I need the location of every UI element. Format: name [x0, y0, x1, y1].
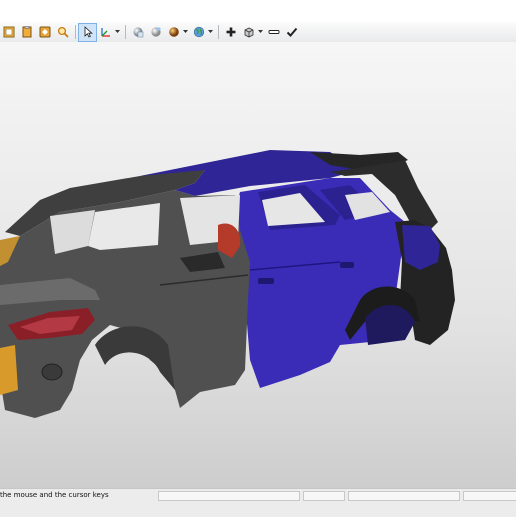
minus-icon[interactable] [265, 24, 282, 41]
select-cursor-icon[interactable] [78, 22, 97, 42]
material-sphere-icon[interactable] [129, 24, 146, 41]
title-strip [0, 0, 516, 22]
render-sphere-icon[interactable] [165, 24, 182, 41]
main-toolbar [0, 22, 516, 43]
chevron-down-icon[interactable] [115, 24, 120, 41]
add-icon[interactable] [222, 24, 239, 41]
view-cube-icon[interactable] [240, 24, 257, 41]
zoom-icon[interactable] [54, 24, 71, 41]
3d-viewport[interactable] [0, 42, 516, 488]
status-field [303, 491, 345, 501]
status-field [463, 491, 516, 501]
paste-icon[interactable] [18, 24, 35, 41]
move-gizmo-icon[interactable] [97, 24, 114, 41]
chevron-down-icon[interactable] [183, 24, 188, 41]
light-sphere-icon[interactable] [147, 24, 164, 41]
status-bar: the mouse and the cursor keys [0, 488, 516, 517]
check-icon[interactable] [283, 24, 300, 41]
toolbar-separator [75, 25, 76, 39]
car-body-model [0, 150, 455, 418]
settings-icon[interactable] [36, 24, 53, 41]
toolbar-separator [125, 25, 126, 39]
toolbar-separator [218, 25, 219, 39]
layout-icon[interactable] [0, 24, 17, 41]
status-hint: the mouse and the cursor keys [0, 491, 109, 499]
chevron-down-icon[interactable] [258, 24, 263, 41]
status-field [348, 491, 460, 501]
chevron-down-icon[interactable] [208, 24, 213, 41]
status-field [158, 491, 300, 501]
globe-icon[interactable] [190, 24, 207, 41]
